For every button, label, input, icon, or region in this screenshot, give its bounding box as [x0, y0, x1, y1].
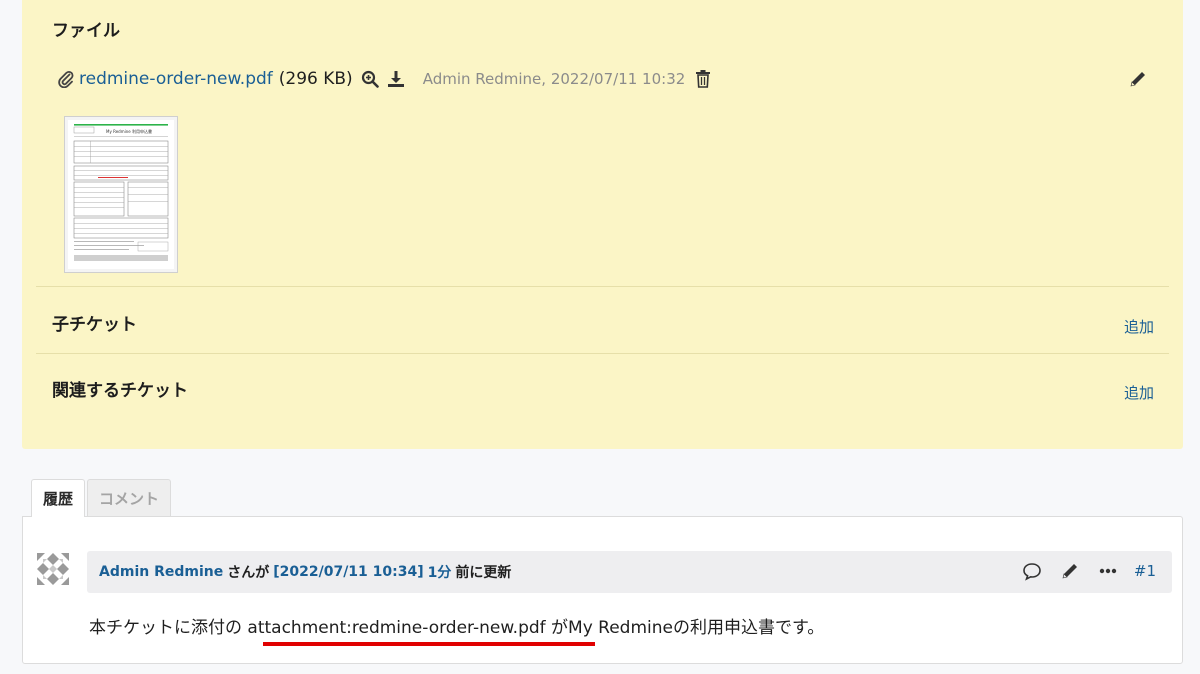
attachment-size: (296 KB): [278, 69, 353, 89]
magnifier-zoom-icon[interactable]: [361, 70, 379, 88]
add-relation-link[interactable]: 追加: [1124, 382, 1154, 403]
paperclip-icon: [58, 70, 74, 88]
attachment-reference-link[interactable]: attachment:redmine-order-new.pdf: [247, 618, 545, 638]
related-issues-title: 関連するチケット: [52, 381, 188, 401]
highlight-underline: [263, 642, 595, 646]
journal-actions: #1: [1004, 561, 1156, 581]
more-actions-icon[interactable]: [1098, 561, 1118, 581]
files-section-title: ファイル: [52, 21, 120, 41]
attachment-filename-link[interactable]: redmine-order-new.pdf: [79, 69, 273, 89]
pdf-preview-image: My Redmine 利用申込書: [68, 120, 174, 269]
tab-history[interactable]: 履歴: [31, 479, 86, 517]
journal-timestamp-link[interactable]: [2022/07/11 10:34]: [273, 564, 423, 580]
section-divider: [36, 353, 1169, 354]
speech-bubble-quote-icon[interactable]: [1022, 561, 1042, 581]
journal-header: Admin Redmine さんが [2022/07/11 10:34] 1分 …: [87, 551, 1172, 593]
tab-comments[interactable]: コメント: [87, 479, 172, 516]
trash-icon[interactable]: [695, 70, 711, 88]
add-subtask-link[interactable]: 追加: [1124, 316, 1154, 337]
journal-author-link[interactable]: Admin Redmine: [99, 564, 223, 580]
section-divider: [36, 286, 1169, 287]
pencil-edit-icon[interactable]: [1128, 69, 1148, 89]
journal-ago-link[interactable]: 1分: [428, 562, 452, 582]
avatar: [35, 551, 71, 587]
attachment-thumbnail[interactable]: My Redmine 利用申込書: [64, 116, 178, 273]
subtasks-title: 子チケット: [52, 315, 137, 335]
journal-by-text: さんが: [227, 565, 270, 581]
history-tabs: 履歴 コメント: [31, 479, 173, 517]
attachment-row: redmine-order-new.pdf (296 KB) Admin Red…: [58, 69, 711, 89]
journal-number-link[interactable]: #1: [1134, 562, 1156, 580]
history-panel: Admin Redmine さんが [2022/07/11 10:34] 1分 …: [22, 516, 1183, 664]
thumbnail-doc-title: My Redmine 利用申込書: [106, 128, 152, 134]
journal-note: 本チケットに添付の attachment:redmine-order-new.p…: [89, 613, 824, 638]
note-suffix-text: がMy Redmineの利用申込書です。: [551, 618, 825, 638]
note-prefix-text: 本チケットに添付の: [89, 618, 242, 638]
journal-updated-text: 前に更新: [455, 565, 512, 581]
download-icon[interactable]: [387, 70, 405, 88]
pencil-edit-icon[interactable]: [1060, 561, 1080, 581]
attachment-author-date: Admin Redmine, 2022/07/11 10:32: [422, 70, 686, 88]
issue-details-panel: ファイル redmine-order-new.pdf (296 KB) Admi…: [22, 0, 1183, 449]
